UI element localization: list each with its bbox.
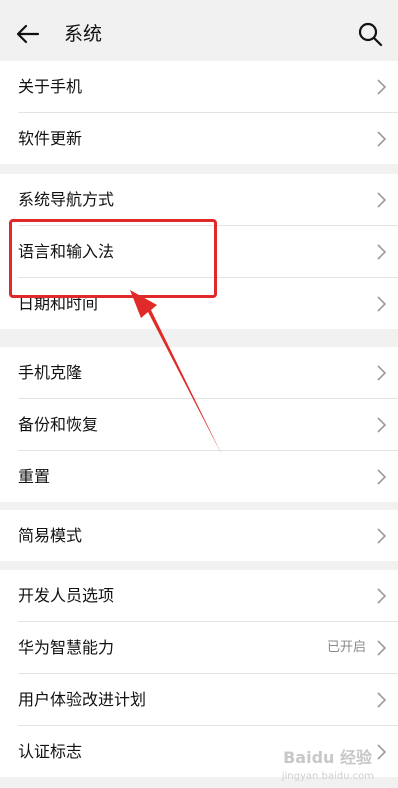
settings-item-label: 手机克隆 [18,363,83,382]
watermark: Baidu 经验 [283,748,372,767]
chevron-right-icon [377,417,387,433]
settings-item-label: 简易模式 [18,526,83,545]
settings-item-huawei-smart[interactable]: 华为智慧能力 已开启 [18,622,398,674]
settings-item-label: 华为智慧能力 [18,638,115,657]
settings-item-simple-mode[interactable]: 简易模式 [18,510,398,561]
chevron-right-icon [377,192,387,208]
settings-item-reset[interactable]: 重置 [18,451,398,502]
chevron-right-icon [377,744,387,760]
settings-group-1: 关于手机 软件更新 [0,61,398,164]
chevron-right-icon [377,588,387,604]
settings-item-label: 系统导航方式 [18,190,115,209]
chevron-right-icon [377,79,387,95]
chevron-right-icon [377,528,387,544]
chevron-right-icon [377,296,387,312]
settings-group-4: 简易模式 [0,510,398,561]
settings-item-label: 认证标志 [18,742,83,761]
chevron-right-icon [377,640,387,656]
chevron-right-icon [377,469,387,485]
search-icon[interactable] [356,20,384,48]
app-header: 系统 [0,0,398,68]
settings-item-developer-options[interactable]: 开发人员选项 [18,570,398,622]
settings-group-3: 手机克隆 备份和恢复 重置 [0,347,398,502]
back-arrow-icon[interactable] [14,20,42,48]
settings-item-phone-clone[interactable]: 手机克隆 [18,347,398,399]
settings-item-label: 开发人员选项 [18,586,115,605]
settings-item-label: 备份和恢复 [18,415,99,434]
settings-item-label: 重置 [18,467,51,486]
settings-item-label: 关于手机 [18,77,83,96]
settings-item-about-phone[interactable]: 关于手机 [18,61,398,113]
status-text: 已开启 [326,640,366,655]
highlight-box [9,219,217,298]
settings-item-label: 软件更新 [18,129,83,148]
chevron-right-icon [377,692,387,708]
chevron-right-icon [377,244,387,260]
settings-item-user-experience[interactable]: 用户体验改进计划 [18,674,398,726]
chevron-right-icon [377,131,387,147]
page-title: 系统 [64,23,103,45]
settings-item-software-update[interactable]: 软件更新 [18,113,398,164]
settings-item-backup-restore[interactable]: 备份和恢复 [18,399,398,451]
settings-item-label: 用户体验改进计划 [18,690,147,709]
watermark-url: jingyan.baidu.com [281,771,374,782]
chevron-right-icon [377,365,387,381]
